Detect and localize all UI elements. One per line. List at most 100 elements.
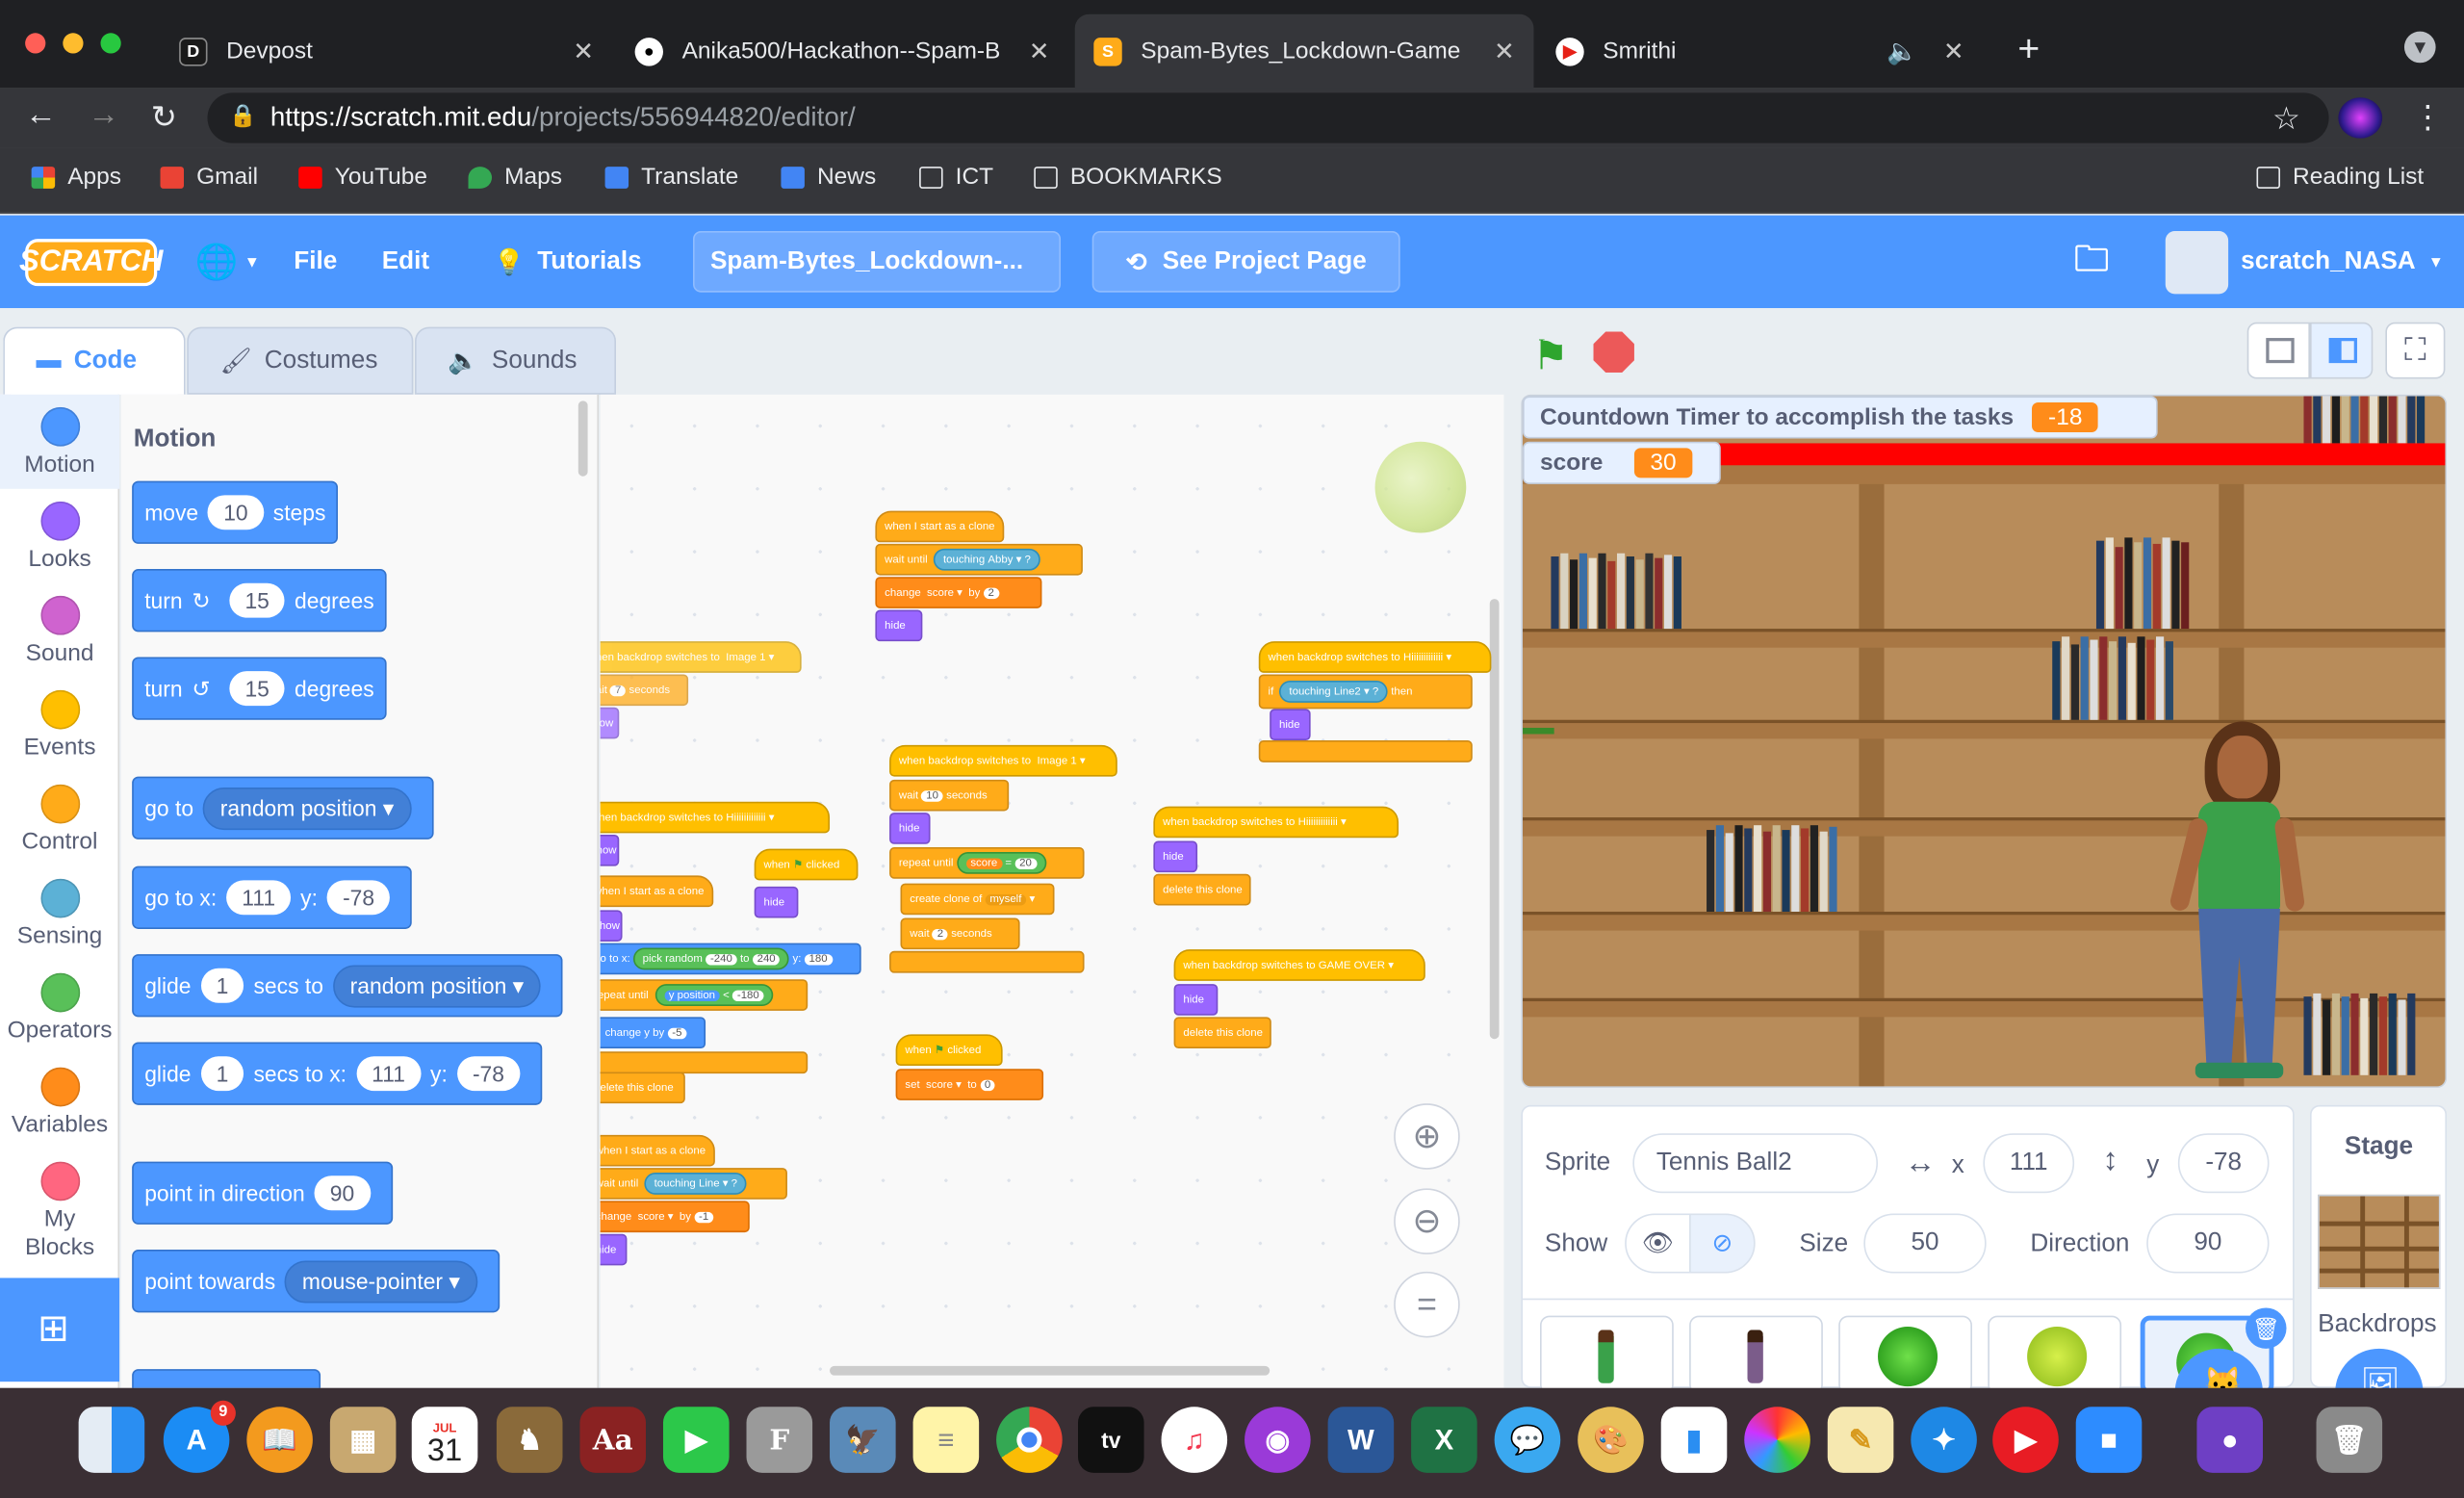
bookmark-folder-ict[interactable]: ICT	[919, 164, 993, 191]
zoom-in-button[interactable]: ⊕	[1394, 1103, 1460, 1170]
bookmark-folder-bookmarks[interactable]: BOOKMARKS	[1034, 164, 1222, 191]
zoom-reset-button[interactable]: =	[1394, 1271, 1460, 1338]
block-dropdown[interactable]: random position ▾	[332, 964, 542, 1007]
speaker-icon[interactable]: 🔈	[1886, 36, 1918, 67]
numbers-icon[interactable]: ▮	[1660, 1407, 1728, 1473]
wait-block[interactable]: wait 2 seconds	[900, 917, 1020, 950]
sprite-thumbnail[interactable]	[1838, 1315, 1972, 1395]
green-flag-icon[interactable]: ⚑	[1532, 332, 1569, 381]
sprite-thumbnail[interactable]	[1689, 1315, 1823, 1395]
block-number-input[interactable]: 15	[229, 582, 286, 618]
apple-tv-icon[interactable]: tv	[1078, 1407, 1144, 1473]
hat-block[interactable]: when backdrop switches to Image 1 ▾	[889, 744, 1117, 777]
back-icon[interactable]: ←	[25, 97, 57, 134]
workspace-scrollbar-h[interactable]	[830, 1365, 1270, 1376]
books-icon[interactable]: 📖	[246, 1407, 313, 1473]
close-window-button[interactable]	[25, 33, 46, 54]
tab-costumes[interactable]: 🖌 Costumes	[187, 326, 414, 395]
block-glide[interactable]: glide 1 secs to random position ▾	[132, 954, 563, 1018]
show-block[interactable]: show	[600, 834, 620, 866]
dictionary-icon[interactable]: Aa	[579, 1407, 647, 1473]
sprite-thumbnail[interactable]	[1539, 1315, 1674, 1395]
address-bar[interactable]: 🔒 https://scratch.mit.edu/projects/55694…	[207, 92, 2329, 143]
profile-avatar[interactable]	[2338, 97, 2383, 139]
small-stage-button[interactable]	[2246, 322, 2310, 379]
hat-block[interactable]: when backdrop switches to Hiiiiiiiiiiiii…	[1258, 641, 1492, 673]
minimize-window-button[interactable]	[63, 33, 84, 54]
close-tab-icon[interactable]: ✕	[1029, 36, 1050, 67]
direction-input[interactable]: 90	[2146, 1213, 2270, 1274]
wait-until-block[interactable]: wait untiltouching Line ▾ ?	[600, 1168, 787, 1200]
block-number-input[interactable]: -78	[456, 1056, 521, 1092]
photos-icon[interactable]	[1744, 1407, 1810, 1473]
tutorials-menu[interactable]: 💡 Tutorials	[494, 236, 642, 290]
bookmark-star-icon[interactable]: ☆	[2272, 99, 2300, 139]
category-motion[interactable]: Motion	[0, 406, 119, 478]
sprite-thumbnail[interactable]	[1988, 1315, 2122, 1395]
delete-sprite-icon[interactable]: 🗑	[2246, 1307, 2287, 1349]
close-tab-icon[interactable]: ✕	[1494, 36, 1515, 67]
video-player-icon[interactable]: ▶	[1992, 1407, 2059, 1473]
block-go-to[interactable]: go to random position ▾	[132, 776, 434, 839]
hat-block[interactable]: when I start as a clone	[600, 1134, 715, 1167]
podcasts-icon[interactable]: ◉	[1245, 1407, 1311, 1473]
reading-list[interactable]: Reading List	[2256, 164, 2424, 191]
block-number-input[interactable]: 90	[314, 1175, 371, 1211]
show-hidden-button[interactable]: ⊘	[1689, 1213, 1756, 1274]
bookmark-apps[interactable]: Apps	[31, 164, 121, 191]
bookmark-youtube[interactable]: YouTube	[298, 164, 427, 191]
sprite-name-input[interactable]: Tennis Ball2	[1632, 1133, 1879, 1194]
hat-block[interactable]: when backdrop switches to Hiiiiiiiiiiiii…	[1153, 806, 1399, 839]
zoom-out-button[interactable]: ⊖	[1394, 1188, 1460, 1254]
category-events[interactable]: Events	[0, 689, 119, 761]
bookmark-gmail[interactable]: Gmail	[160, 164, 258, 191]
block-number-input[interactable]: 111	[225, 880, 292, 916]
category-my-blocks[interactable]: My Blocks	[0, 1161, 119, 1262]
close-tab-icon[interactable]: ✕	[573, 36, 594, 67]
browser-tab-active[interactable]: S Spam-Bytes_Lockdown-Game ✕	[1074, 13, 1534, 89]
delete-clone-block[interactable]: delete this clone	[1153, 873, 1251, 906]
create-clone-block[interactable]: create clone of myself ▾	[900, 883, 1055, 916]
hide-block[interactable]: hide	[889, 813, 931, 844]
score-monitor[interactable]: score 30	[1523, 441, 1721, 484]
change-score-block[interactable]: change score ▾ by 2	[875, 577, 1042, 608]
script-workspace[interactable]: when I start as a clone wait until touchi…	[600, 394, 1504, 1388]
bookmark-maps[interactable]: Maps	[468, 164, 562, 191]
language-menu[interactable]: 🌐 ▼	[194, 236, 259, 290]
block-go-to-xy[interactable]: go to x: 111 y: -78	[132, 865, 413, 929]
wait-block[interactable]: wait 7 seconds	[600, 674, 689, 707]
category-sensing[interactable]: Sensing	[0, 878, 119, 949]
browser-tab[interactable]: ▶ Smrithi 🔈 ✕	[1537, 14, 1984, 89]
hide-block[interactable]: hide	[1153, 840, 1198, 873]
font-book-icon[interactable]: F	[746, 1407, 813, 1473]
word-icon[interactable]: W	[1327, 1407, 1395, 1473]
repeat-end[interactable]	[889, 950, 1085, 973]
block-partial[interactable]	[132, 1369, 321, 1388]
bookmark-translate[interactable]: Translate	[604, 164, 738, 191]
music-icon[interactable]: ♫	[1161, 1407, 1228, 1473]
project-title-input[interactable]: Spam-Bytes_Lockdown-...	[693, 231, 1062, 293]
browser-tab[interactable]: D Devpost ✕	[161, 14, 613, 89]
pages-icon[interactable]: ✎	[1827, 1407, 1894, 1473]
if-block[interactable]: if touching Line2 ▾ ? then	[1258, 674, 1473, 710]
chess-icon[interactable]: ♞	[496, 1407, 563, 1473]
block-point-in-direction[interactable]: point in direction 90	[132, 1161, 393, 1225]
repeat-end[interactable]	[600, 1051, 808, 1074]
facetime-icon[interactable]: ▶	[662, 1407, 730, 1473]
stop-sign-icon[interactable]	[1593, 331, 1634, 373]
change-score-block[interactable]: change score ▾ by -1	[600, 1201, 750, 1233]
finder-icon[interactable]	[78, 1407, 145, 1473]
file-menu[interactable]: File	[294, 236, 337, 290]
block-glide-xy[interactable]: glide 1 secs to x: 111 y: -78	[132, 1042, 543, 1105]
size-input[interactable]: 50	[1863, 1213, 1987, 1274]
if-block-end[interactable]	[1258, 740, 1473, 762]
block-turn-left[interactable]: turn ↺ 15 degrees	[132, 657, 387, 720]
hat-block[interactable]: when I start as a clone	[875, 510, 1005, 543]
messages-icon[interactable]: 💬	[1494, 1407, 1561, 1473]
repeat-until-block[interactable]: repeat until y position < -180	[600, 979, 808, 1011]
block-dropdown[interactable]: random position ▾	[202, 787, 412, 830]
chrome-icon[interactable]	[996, 1407, 1063, 1473]
block-number-input[interactable]: 15	[229, 671, 286, 707]
wait-until-block[interactable]: wait until touching Abby ▾ ?	[875, 543, 1083, 576]
calculator-icon[interactable]: ▦	[329, 1407, 397, 1473]
